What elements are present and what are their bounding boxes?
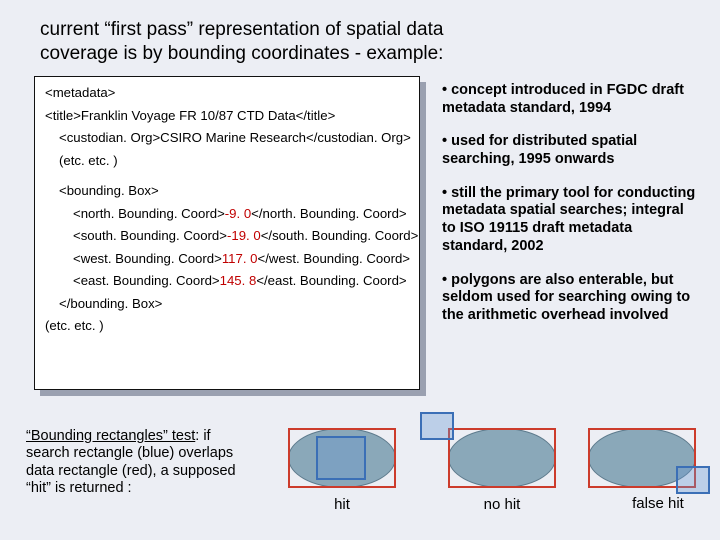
footer-underlined: “Bounding rectangles” test [26, 428, 195, 444]
code-line: <custodian. Org>CSIRO Marine Research</c… [45, 130, 409, 147]
tag-close: </south. Bounding. Coord> [261, 228, 419, 243]
tag-close: </west. Bounding. Coord> [258, 251, 411, 266]
search-rect-blue [316, 436, 366, 480]
bullet-item: • used for distributed spatial searching… [442, 133, 700, 168]
slide-title: current “first pass” representation of s… [40, 18, 500, 66]
search-rect-blue [676, 466, 710, 494]
caption-falsehit: false hit [618, 496, 698, 512]
footer-explanation: “Bounding rectangles” test: if search re… [26, 428, 256, 498]
code-line: (etc. etc. ) [45, 318, 409, 335]
code-line: <north. Bounding. Coord>-9. 0</north. Bo… [45, 206, 409, 223]
tag-close: </north. Bounding. Coord> [251, 206, 406, 221]
data-rect-red [448, 428, 556, 488]
tag-open: <west. Bounding. Coord> [73, 251, 222, 266]
tag-open: <east. Bounding. Coord> [73, 273, 220, 288]
bullet-item: • still the primary tool for conducting … [442, 185, 700, 256]
code-line: </bounding. Box> [45, 296, 409, 313]
coord-value: 145. 8 [220, 273, 257, 288]
code-line: <title>Franklin Voyage FR 10/87 CTD Data… [45, 108, 409, 125]
bullet-item: • polygons are also enterable, but seldo… [442, 272, 700, 325]
caption-hit: hit [302, 496, 382, 513]
bullet-list: • concept introduced in FGDC draft metad… [442, 82, 700, 341]
tag-open: <south. Bounding. Coord> [73, 228, 227, 243]
code-line: <east. Bounding. Coord>145. 8</east. Bou… [45, 273, 409, 290]
diagram-area: hit no hit false hit [268, 410, 708, 530]
code-line: <south. Bounding. Coord>-19. 0</south. B… [45, 228, 409, 245]
tag-open: <north. Bounding. Coord> [73, 206, 225, 221]
code-line: (etc. etc. ) [45, 153, 409, 170]
code-line: <west. Bounding. Coord>117. 0</west. Bou… [45, 251, 409, 268]
code-panel: <metadata> <title>Franklin Voyage FR 10/… [34, 76, 420, 390]
search-rect-blue [420, 412, 454, 440]
coord-value: 117. 0 [222, 251, 258, 266]
caption-nohit: no hit [462, 496, 542, 513]
code-line: <metadata> [45, 85, 409, 102]
bullet-item: • concept introduced in FGDC draft metad… [442, 82, 700, 117]
code-line: <bounding. Box> [45, 183, 409, 200]
coord-value: -19. 0 [227, 228, 261, 243]
coord-value: -9. 0 [225, 206, 251, 221]
tag-close: </east. Bounding. Coord> [256, 273, 406, 288]
